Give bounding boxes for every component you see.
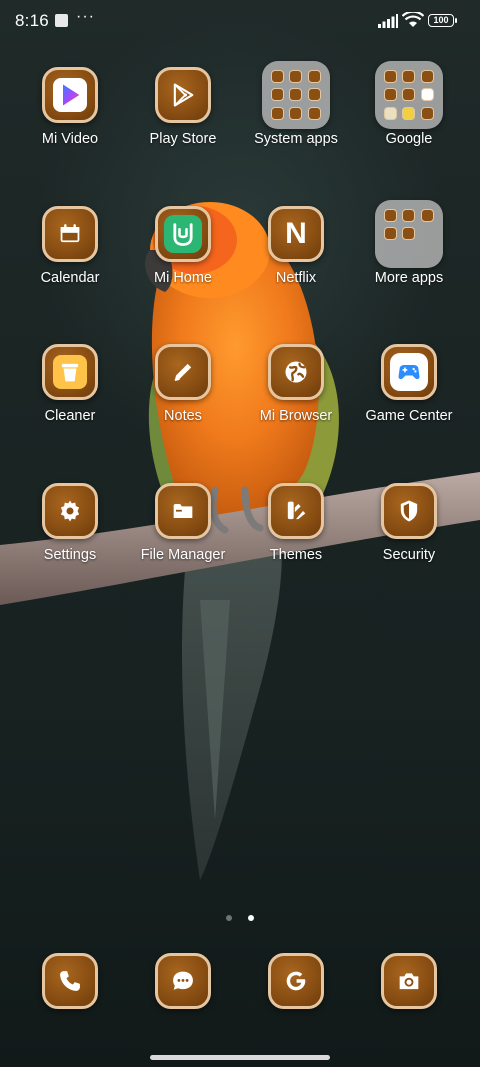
netflix-glyph: N xyxy=(285,217,307,250)
status-time: 8:16 xyxy=(15,11,49,30)
app-calendar[interactable]: Calendar xyxy=(14,206,126,286)
dock-browser[interactable] xyxy=(240,953,352,1009)
app-file-manager[interactable]: File Manager xyxy=(127,483,239,563)
shield-icon xyxy=(381,483,437,539)
app-mi-video[interactable]: Mi Video xyxy=(14,67,126,147)
app-notes[interactable]: Notes xyxy=(127,344,239,424)
app-security[interactable]: Security xyxy=(353,483,465,563)
netflix-icon: N xyxy=(268,206,324,262)
mi-video-icon xyxy=(42,67,98,123)
mi-home-icon xyxy=(155,206,211,262)
folder-icon-grid xyxy=(375,200,443,268)
app-settings[interactable]: Settings xyxy=(14,483,126,563)
camera-icon xyxy=(381,953,437,1009)
battery-icon: 100 xyxy=(428,14,457,27)
globe-icon xyxy=(268,344,324,400)
app-label: Netflix xyxy=(275,270,317,286)
battery-level: 100 xyxy=(433,15,449,25)
game-center-icon xyxy=(381,344,437,400)
notification-square-icon xyxy=(55,14,68,27)
app-label: Settings xyxy=(43,547,97,563)
page-dot[interactable] xyxy=(225,915,232,921)
folder-system-apps[interactable]: System apps xyxy=(240,61,352,147)
folder-icon-grid xyxy=(262,61,330,129)
app-label: Calendar xyxy=(40,270,100,286)
play-store-icon xyxy=(155,67,211,123)
app-label: Play Store xyxy=(149,131,217,147)
app-mi-home[interactable]: Mi Home xyxy=(127,206,239,286)
page-dot-active[interactable] xyxy=(248,915,255,921)
more-notifications-indicator: ··· xyxy=(76,8,95,25)
app-label: Mi Browser xyxy=(259,408,333,424)
notes-icon xyxy=(155,344,211,400)
app-play-store[interactable]: Play Store xyxy=(127,67,239,147)
cleaner-icon xyxy=(42,344,98,400)
app-label: Notes xyxy=(164,408,202,424)
folder-icon xyxy=(155,483,211,539)
app-label: Game Center xyxy=(365,408,453,424)
app-mi-browser[interactable]: Mi Browser xyxy=(240,344,352,424)
dock-messaging[interactable] xyxy=(127,953,239,1009)
page-indicator xyxy=(0,908,480,926)
app-label: System apps xyxy=(254,131,338,147)
signal-icon xyxy=(378,14,398,28)
app-label: Themes xyxy=(269,547,323,563)
app-label: Security xyxy=(382,547,436,563)
phone-icon xyxy=(42,953,98,1009)
dock-phone[interactable] xyxy=(14,953,126,1009)
dock-camera[interactable] xyxy=(353,953,465,1009)
app-label: Cleaner xyxy=(44,408,96,424)
folder-more-apps[interactable]: More apps xyxy=(353,200,465,286)
app-label: Mi Video xyxy=(41,131,99,147)
folder-icon-grid xyxy=(375,61,443,129)
themes-icon xyxy=(268,483,324,539)
messaging-icon xyxy=(155,953,211,1009)
browser-icon xyxy=(268,953,324,1009)
app-label: Mi Home xyxy=(153,270,212,286)
app-label: Google xyxy=(385,131,433,147)
folder-google[interactable]: Google xyxy=(353,61,465,147)
app-netflix[interactable]: N Netflix xyxy=(240,206,352,286)
app-label: File Manager xyxy=(140,547,226,563)
status-bar: 8:16 ··· 100 xyxy=(0,0,480,44)
app-themes[interactable]: Themes xyxy=(240,483,352,563)
wifi-icon xyxy=(402,12,424,27)
app-game-center[interactable]: Game Center xyxy=(353,344,465,424)
home-gesture-bar[interactable] xyxy=(150,1055,330,1060)
gear-icon xyxy=(42,483,98,539)
calendar-icon xyxy=(42,206,98,262)
app-label: More apps xyxy=(374,270,444,286)
app-cleaner[interactable]: Cleaner xyxy=(14,344,126,424)
